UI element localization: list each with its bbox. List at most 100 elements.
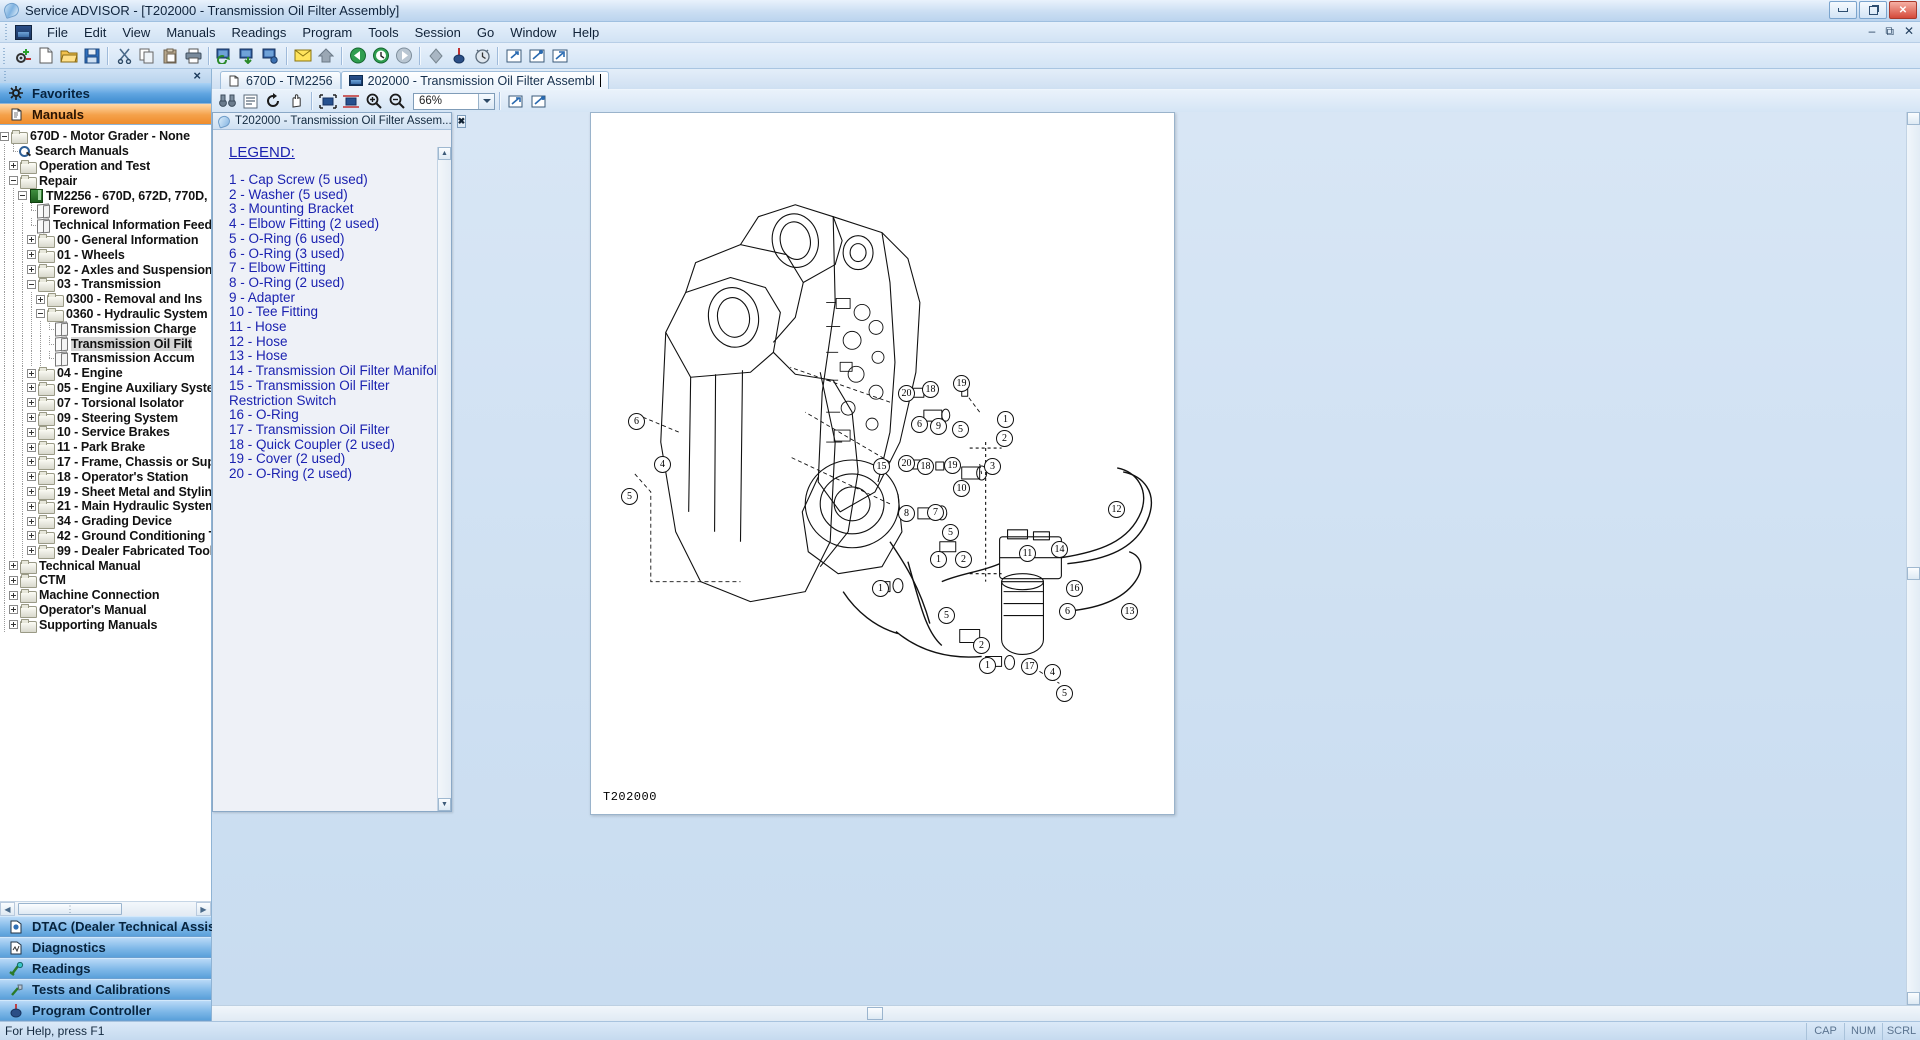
minimize-button[interactable]: [1829, 1, 1857, 19]
tab-202000-transmission-oil-filter[interactable]: 202000 - Transmission Oil Filter Assembl: [340, 71, 609, 89]
expand-icon[interactable]: [9, 620, 18, 630]
tree-item-supporting-manuals[interactable]: Supporting Manuals: [0, 617, 211, 633]
tree-item-operator-s-manual[interactable]: Operator's Manual: [0, 602, 211, 618]
collapse-icon[interactable]: [0, 131, 9, 141]
expand-icon[interactable]: [27, 531, 36, 541]
collapse-icon[interactable]: [9, 176, 18, 186]
home-icon[interactable]: [315, 45, 337, 67]
tree-item-transmission-accum[interactable]: Transmission Accum: [0, 350, 211, 366]
forward-icon[interactable]: [393, 45, 415, 67]
tree-item-05-engine-auxiliary-system[interactable]: 05 - Engine Auxiliary System: [0, 380, 211, 396]
paste-icon[interactable]: [159, 45, 181, 67]
menu-help[interactable]: Help: [565, 23, 606, 42]
manuals-tree[interactable]: 670D - Motor Grader - None Search Manuals…: [0, 125, 211, 901]
window-link-icon[interactable]: [526, 45, 548, 67]
tree-item-technical-information-feed[interactable]: Technical Information Feed: [0, 217, 211, 233]
chevron-down-icon[interactable]: [478, 93, 494, 109]
print-icon[interactable]: [182, 45, 204, 67]
expand-icon[interactable]: [27, 487, 36, 497]
window-new-icon[interactable]: [549, 45, 571, 67]
tree-item-10-service-brakes[interactable]: 10 - Service Brakes: [0, 424, 211, 441]
expand-icon[interactable]: [27, 442, 36, 452]
scroll-thumb[interactable]: ⋮: [18, 903, 122, 915]
expand-icon[interactable]: [9, 161, 18, 171]
canvas-vertical-scrollbar[interactable]: [1906, 112, 1920, 1005]
tree-horizontal-scrollbar[interactable]: ◀ ⋮ ▶: [0, 901, 211, 916]
clock-icon[interactable]: [471, 45, 493, 67]
expand-icon[interactable]: [27, 235, 36, 245]
legend-window[interactable]: T202000 - Transmission Oil Filter Assem.…: [212, 112, 467, 812]
scroll-right-arrow[interactable]: ▶: [196, 902, 211, 916]
expand-icon[interactable]: [9, 590, 18, 600]
tree-item-transmission-oil-filt[interactable]: Transmission Oil Filt: [0, 336, 211, 351]
sidebar-button-program-controller[interactable]: Program Controller: [0, 1000, 211, 1021]
mdi-close-icon[interactable]: ✕: [1904, 24, 1914, 38]
expand-icon[interactable]: [27, 413, 36, 423]
menu-readings[interactable]: Readings: [224, 23, 293, 42]
open-folder-icon[interactable]: [58, 45, 80, 67]
copy-icon[interactable]: [136, 45, 158, 67]
save-icon[interactable]: [81, 45, 103, 67]
bookmark-icon[interactable]: [425, 45, 447, 67]
tree-item-technical-manual[interactable]: Technical Manual: [0, 558, 211, 574]
scroll-down-arrow[interactable]: ▼: [438, 798, 451, 811]
tree-item-04-engine[interactable]: 04 - Engine: [0, 365, 211, 382]
sidebar-item-manuals[interactable]: Manuals: [0, 104, 211, 125]
expand-icon[interactable]: [27, 265, 36, 275]
mail-icon[interactable]: [292, 45, 314, 67]
scroll-thumb[interactable]: [867, 1007, 883, 1020]
link-icon[interactable]: [528, 90, 550, 112]
expand-icon[interactable]: [36, 294, 45, 304]
legend-vertical-scrollbar[interactable]: ▲ ▼: [437, 147, 451, 811]
expand-icon[interactable]: [27, 427, 36, 437]
expand-icon[interactable]: [27, 501, 36, 511]
sidebar-button-diagnostics[interactable]: Diagnostics: [0, 937, 211, 958]
expand-icon[interactable]: [27, 368, 36, 378]
document-canvas[interactable]: 6 4 5 20 18 19 6 9 5 1 2 20 18 19 3 10 8 7 5 12 11 1 2 14 16 6 13 1…: [212, 112, 1920, 1005]
expand-icon[interactable]: [27, 383, 36, 393]
tree-item-99-dealer-fabricated-tool[interactable]: 99 - Dealer Fabricated Tool: [0, 543, 211, 559]
close-panel-button[interactable]: ×: [193, 69, 201, 83]
menu-go[interactable]: Go: [470, 23, 501, 42]
menu-edit[interactable]: Edit: [77, 23, 113, 42]
list-icon[interactable]: [239, 90, 261, 112]
close-button[interactable]: ✕: [1889, 1, 1917, 19]
monitor-refresh-icon[interactable]: [214, 45, 236, 67]
tree-item-machine-connection[interactable]: Machine Connection: [0, 587, 211, 604]
scroll-up-arrow[interactable]: ▲: [438, 147, 451, 160]
sidebar-button-dtac-dealer-technical-assist[interactable]: DTAC (Dealer Technical Assistance C...: [0, 916, 273, 937]
tree-item-search-manuals[interactable]: Search Manuals: [0, 143, 211, 159]
maximize-button[interactable]: [1859, 1, 1887, 19]
menu-tools[interactable]: Tools: [361, 23, 405, 42]
tree-item-repair[interactable]: Repair: [0, 173, 211, 189]
expand-icon[interactable]: [27, 250, 36, 260]
tab-670d-tm2256[interactable]: 670D - TM2256: [220, 71, 341, 89]
mdi-restore-icon[interactable]: ⧉: [1885, 24, 1894, 38]
collapse-icon[interactable]: [36, 309, 45, 319]
settings-icon[interactable]: [12, 45, 34, 67]
tree-item-42-ground-conditioning-t[interactable]: 42 - Ground Conditioning T: [0, 528, 211, 544]
scroll-up-arrow[interactable]: [1907, 112, 1920, 125]
scroll-left-arrow[interactable]: ◀: [0, 902, 15, 916]
tree-item-0360-hydraulic-system[interactable]: 0360 - Hydraulic System: [0, 306, 211, 322]
expand-icon[interactable]: [9, 605, 18, 615]
tree-item-21-main-hydraulic-system[interactable]: 21 - Main Hydraulic System: [0, 498, 211, 515]
zoom-in-icon[interactable]: [363, 90, 385, 112]
expand-icon[interactable]: [9, 561, 18, 570]
expand-icon[interactable]: [27, 398, 36, 408]
expand-icon[interactable]: [27, 472, 36, 482]
menu-manuals[interactable]: Manuals: [159, 23, 222, 42]
mdi-minimize-icon[interactable]: –: [1869, 24, 1876, 38]
cut-icon[interactable]: [113, 45, 135, 67]
tree-item-operation-and-test[interactable]: Operation and Test: [0, 158, 211, 174]
menu-session[interactable]: Session: [408, 23, 468, 42]
menu-window[interactable]: Window: [503, 23, 563, 42]
tree-item-18-operator-s-station[interactable]: 18 - Operator's Station: [0, 469, 211, 485]
menu-file[interactable]: File: [40, 23, 75, 42]
back-icon[interactable]: [347, 45, 369, 67]
zoom-out-icon[interactable]: [386, 90, 408, 112]
tree-item-0300-removal-and-ins[interactable]: 0300 - Removal and Ins: [0, 291, 211, 308]
menu-drag-handle[interactable]: [4, 24, 10, 40]
pan-hand-icon[interactable]: [285, 90, 307, 112]
expand-icon[interactable]: [27, 457, 36, 467]
